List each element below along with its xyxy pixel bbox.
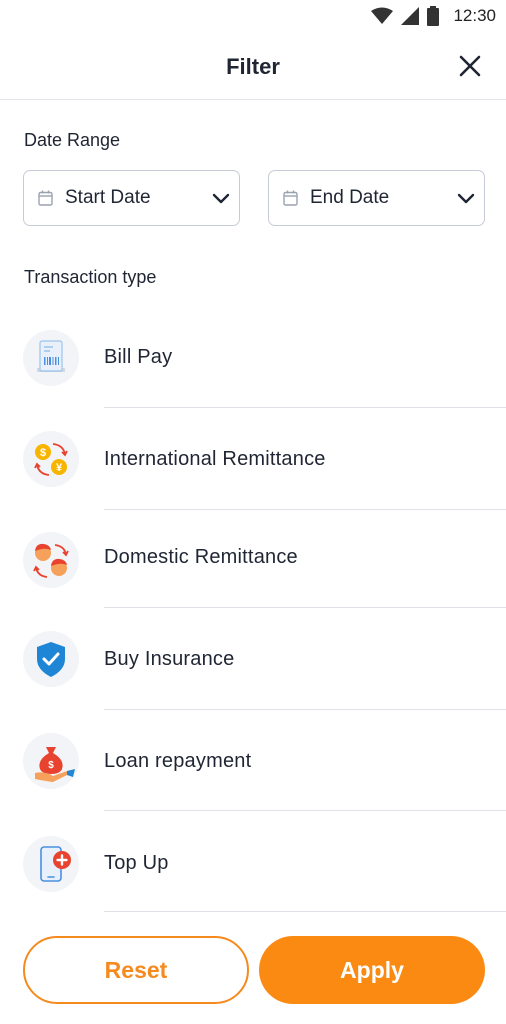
status-time: 12:30 (453, 6, 496, 25)
shield-check-icon (23, 631, 79, 687)
txn-item-label: Buy Insurance (104, 648, 235, 670)
bill-icon (23, 330, 79, 386)
people-exchange-icon (23, 532, 79, 588)
battery-icon (427, 6, 440, 26)
cellular-signal-icon (401, 7, 420, 25)
end-date-placeholder: End Date (310, 187, 390, 208)
txn-item-label: Domestic Remittance (104, 546, 298, 568)
txn-item-international-remittance[interactable]: $ ¥ International Remittance (0, 408, 506, 510)
chevron-down-icon (212, 193, 230, 204)
txn-item-label: International Remittance (104, 448, 326, 470)
txn-item-label: Loan repayment (104, 750, 252, 772)
end-date-field[interactable]: End Date (268, 170, 485, 226)
txn-item-top-up[interactable]: Top Up (0, 810, 506, 912)
date-range-label: Date Range (24, 130, 121, 150)
close-button[interactable] (458, 54, 482, 78)
txn-item-bill-pay[interactable]: Bill Pay (0, 306, 506, 408)
status-icons: 12:30 (371, 6, 496, 26)
wifi-icon (371, 7, 394, 24)
start-date-placeholder: Start Date (65, 187, 151, 208)
txn-item-loan-repayment[interactable]: $ Loan repayment (0, 709, 506, 811)
svg-text:¥: ¥ (56, 462, 63, 474)
close-icon (459, 55, 481, 77)
transaction-type-label: Transaction type (24, 267, 157, 287)
txn-item-buy-insurance[interactable]: Buy Insurance (0, 607, 506, 710)
svg-text:$: $ (48, 760, 54, 771)
divider (104, 911, 506, 912)
money-bag-hand-icon: $ (23, 733, 79, 789)
txn-item-label: Top Up (104, 852, 169, 874)
reset-button[interactable]: Reset (23, 936, 249, 1004)
calendar-icon (283, 190, 298, 206)
phone-plus-icon (23, 836, 79, 892)
txn-item-domestic-remittance[interactable]: Domestic Remittance (0, 509, 506, 611)
header: Filter (0, 34, 506, 100)
start-date-field[interactable]: Start Date (23, 170, 240, 226)
status-bar: 12:30 (0, 0, 506, 34)
currency-exchange-icon: $ ¥ (23, 431, 79, 487)
chevron-down-icon (457, 193, 475, 204)
svg-text:$: $ (40, 447, 46, 459)
txn-item-label: Bill Pay (104, 346, 173, 368)
apply-button[interactable]: Apply (259, 936, 485, 1004)
page-title: Filter (226, 54, 280, 79)
calendar-icon (38, 190, 53, 206)
